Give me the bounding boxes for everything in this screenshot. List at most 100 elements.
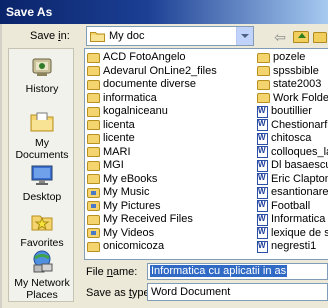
folder-item[interactable]: My Pictures	[87, 200, 257, 214]
folder-icon	[87, 93, 100, 104]
folder-item[interactable]: ACD FotoAngelo	[87, 51, 257, 65]
item-name: licenta	[103, 118, 135, 131]
desktop-icon	[29, 163, 55, 187]
folder-item[interactable]: My Received Files	[87, 213, 257, 227]
item-name: Informatica c	[271, 213, 328, 225]
file-item[interactable]: chitosca	[257, 132, 328, 146]
folder-item[interactable]: spssbible	[257, 65, 328, 79]
folder-icon	[87, 106, 100, 117]
folder-icon	[257, 79, 270, 90]
item-name: esantionare	[271, 186, 328, 198]
folder-item[interactable]: My Videos	[87, 227, 257, 241]
place-my-documents[interactable]: My Documents	[9, 109, 75, 161]
folder-item[interactable]: informatica	[87, 92, 257, 106]
word-document-icon	[257, 146, 268, 159]
word-document-icon	[257, 132, 268, 145]
item-name: Eric Clapton I	[271, 172, 328, 185]
file-item[interactable]: boutillier	[257, 105, 328, 119]
place-favorites[interactable]: Favorites	[9, 209, 75, 249]
folder-icon	[87, 66, 100, 77]
create-new-folder-button[interactable]	[312, 28, 328, 46]
back-button[interactable]: ⇦	[272, 28, 288, 46]
file-name-value: Informatica cu aplicatii in as	[150, 265, 288, 277]
folder-icon	[87, 120, 100, 131]
item-name: kogalniceanu	[103, 105, 168, 117]
folder-item[interactable]: documente diverse	[87, 78, 257, 92]
folder-icon	[87, 201, 100, 212]
word-document-icon	[257, 186, 268, 199]
item-name: Work Folder	[273, 91, 328, 104]
hotkey-letter: n	[106, 266, 113, 278]
item-name: My Videos	[103, 226, 155, 239]
item-name: ACD FotoAngelo	[103, 51, 186, 63]
folder-item[interactable]: Adevarul OnLine2_files	[87, 65, 257, 79]
place-label: Favorites	[20, 237, 64, 249]
folder-item[interactable]: state2003	[257, 78, 328, 92]
word-document-icon	[257, 159, 268, 172]
folder-icon	[90, 30, 105, 45]
folder-icon	[87, 147, 100, 158]
item-name: My Pictures	[103, 199, 161, 212]
place-label-line2: Places	[26, 289, 58, 301]
place-desktop[interactable]: Desktop	[9, 163, 75, 203]
folder-item[interactable]: onicomicoza	[87, 240, 257, 254]
item-name: spssbible	[273, 64, 319, 77]
place-history[interactable]: History	[9, 55, 75, 95]
item-name: My Music	[103, 186, 150, 198]
folder-icon	[257, 66, 270, 77]
up-one-level-button[interactable]	[292, 28, 310, 46]
folder-icon	[87, 214, 100, 225]
file-column-a: ACD FotoAngelo Adevarul OnLine2_files docu…	[87, 51, 257, 254]
file-item[interactable]: Eric Clapton I	[257, 173, 328, 187]
back-arrow-icon: ⇦	[274, 29, 286, 45]
folder-item[interactable]: MGI	[87, 159, 257, 173]
save-in-label: Save in:	[30, 30, 70, 42]
save-in-dropdown-button[interactable]	[236, 27, 253, 45]
folder-item[interactable]: pozele	[257, 51, 328, 65]
new-folder-icon	[313, 31, 327, 43]
file-item[interactable]: Dl basaescu	[257, 159, 328, 173]
file-item[interactable]: esantionare	[257, 186, 328, 200]
file-item[interactable]: negresti1	[257, 240, 328, 254]
folder-item[interactable]: licente	[87, 132, 257, 146]
item-name: Dl basaescu	[271, 159, 328, 171]
item-name: informatica	[103, 91, 157, 104]
folder-item[interactable]: Work Folder	[257, 92, 328, 106]
places-bar: History My Documents Desktop Favorites M…	[8, 48, 74, 302]
word-document-icon	[257, 240, 268, 253]
folder-item[interactable]: My Music	[87, 186, 257, 200]
file-item[interactable]: Informatica c	[257, 213, 328, 227]
word-document-icon	[257, 213, 268, 226]
save-in-combo[interactable]: My doc	[86, 26, 254, 46]
item-name: MGI	[103, 159, 124, 171]
file-name-input[interactable]: Informatica cu aplicatii in as	[147, 263, 328, 280]
my-documents-icon	[29, 109, 55, 133]
file-list[interactable]: ACD FotoAngelo Adevarul OnLine2_files docu…	[84, 48, 328, 260]
place-my-network[interactable]: My Network Places	[9, 249, 75, 301]
folder-item[interactable]: licenta	[87, 119, 257, 133]
item-name: boutillier	[271, 105, 312, 117]
item-name: Football	[271, 199, 311, 212]
folder-icon	[87, 187, 100, 198]
word-document-icon	[257, 105, 268, 118]
place-label: My Network	[14, 277, 70, 289]
folder-icon	[257, 93, 270, 104]
folder-icon	[87, 241, 100, 252]
file-item[interactable]: Chestionarfin	[257, 119, 328, 133]
item-name: negresti1	[271, 240, 317, 252]
save-as-type-select[interactable]: Word Document	[147, 283, 328, 301]
folder-icon	[87, 174, 100, 185]
item-name: Chestionarfin	[271, 118, 328, 131]
title-bar: Save As	[0, 0, 328, 24]
folder-item[interactable]: My eBooks	[87, 173, 257, 187]
hotkey-letter: t	[128, 287, 132, 299]
folder-item[interactable]: MARI	[87, 146, 257, 160]
file-item[interactable]: lexique de so	[257, 227, 328, 241]
item-name: pozele	[273, 51, 306, 63]
item-name: My Received Files	[103, 213, 193, 225]
folder-item[interactable]: kogalniceanu	[87, 105, 257, 119]
item-name: Adevarul OnLine2_files	[103, 64, 217, 77]
file-item[interactable]: colloques_lab	[257, 146, 328, 160]
file-item[interactable]: Football	[257, 200, 328, 214]
folder-icon	[257, 52, 270, 63]
